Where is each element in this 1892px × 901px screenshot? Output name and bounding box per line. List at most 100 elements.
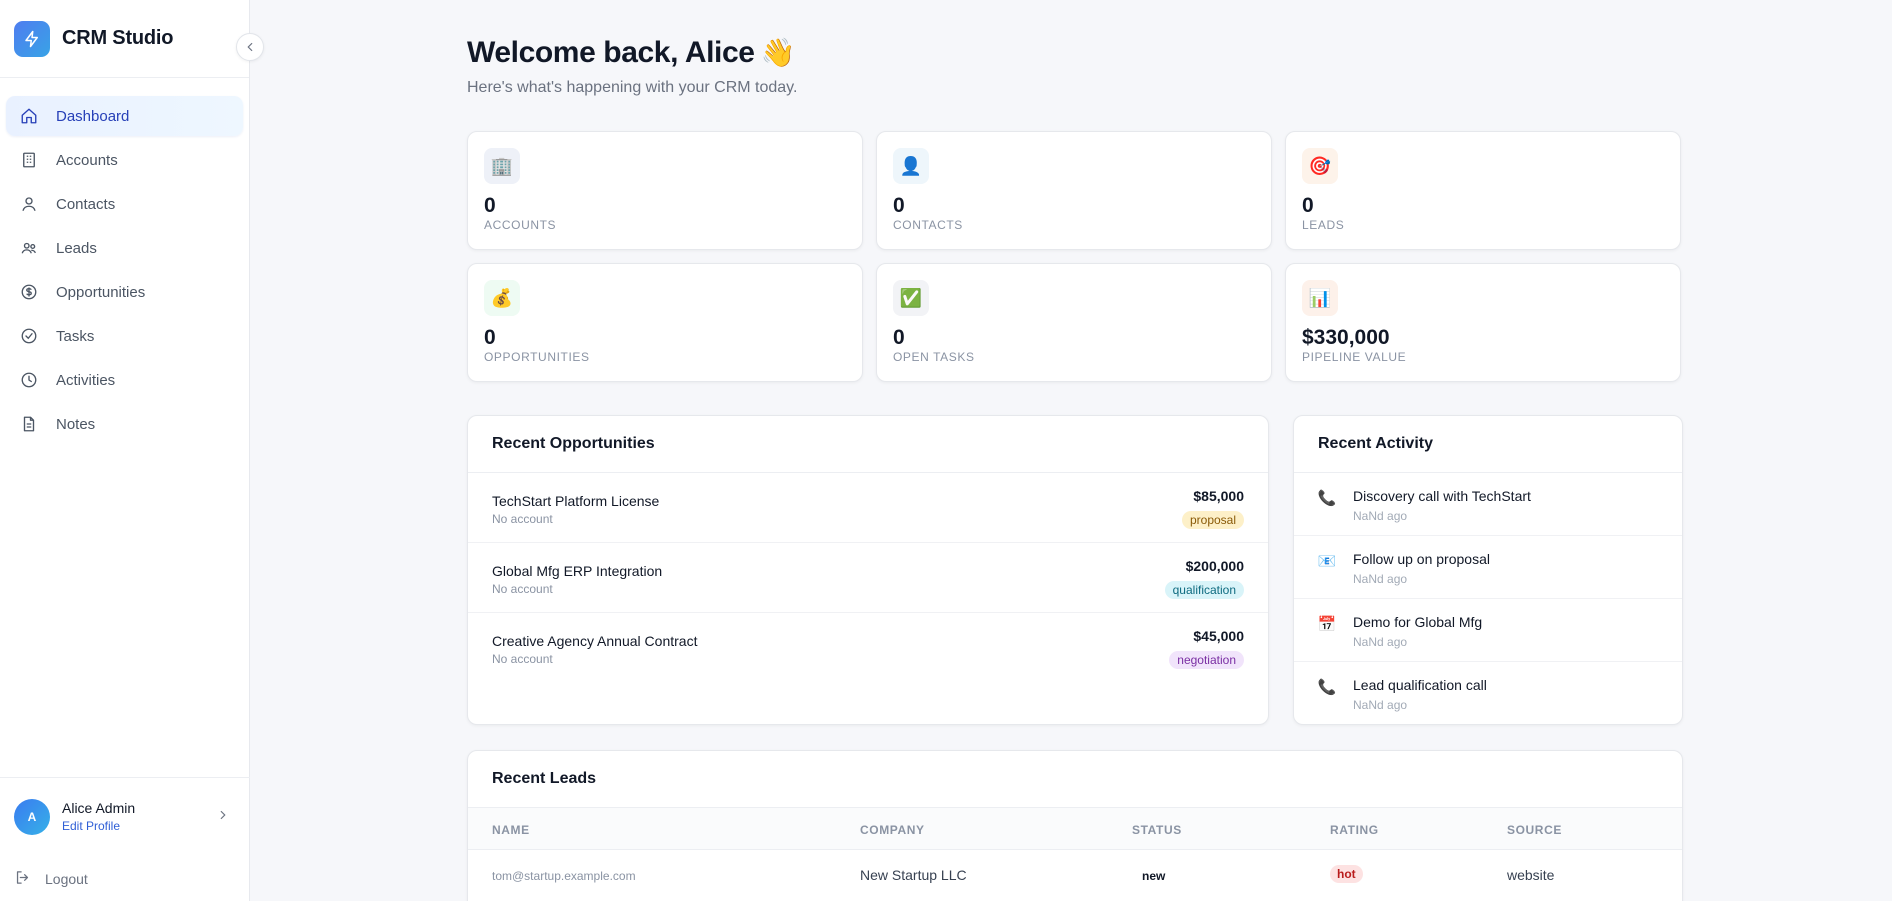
panel-title: Recent Opportunities xyxy=(468,416,1268,473)
opportunity-account: No account xyxy=(492,512,553,526)
sidebar-item-label: Activities xyxy=(56,371,116,389)
activity-time: NaNd ago xyxy=(1353,698,1408,712)
dollar-icon xyxy=(19,282,39,302)
stat-label: OPPORTUNITIES xyxy=(484,350,590,364)
opportunity-name: Global Mfg ERP Integration xyxy=(492,563,663,579)
stage-badge: negotiation xyxy=(1169,651,1244,669)
activity-row[interactable]: 📅 Demo for Global Mfg NaNd ago xyxy=(1294,599,1682,662)
home-icon xyxy=(19,106,39,126)
check-circle-icon xyxy=(19,326,39,346)
stat-card-leads[interactable]: 🎯 0 LEADS xyxy=(1285,131,1681,250)
logout-button[interactable]: Logout xyxy=(14,869,88,889)
activity-time: NaNd ago xyxy=(1353,509,1408,523)
lightning-icon[interactable] xyxy=(14,20,50,57)
user-icon xyxy=(19,194,39,214)
stat-value: $330,000 xyxy=(1302,326,1390,349)
file-icon xyxy=(19,414,39,434)
clock-icon xyxy=(19,370,39,390)
panel-title: Recent Activity xyxy=(1294,416,1682,473)
sidebar-item-label: Opportunities xyxy=(56,283,146,301)
phone-icon: 📞 xyxy=(1317,679,1337,696)
lead-name: tom@startup.example.com xyxy=(492,869,636,883)
table-header: NAME COMPANY STATUS RATING SOURCE xyxy=(468,808,1682,850)
opportunity-row[interactable]: Creative Agency Annual Contract No accou… xyxy=(468,613,1268,683)
stage-badge: qualification xyxy=(1164,581,1244,599)
sidebar-item-leads[interactable]: Leads xyxy=(6,228,243,268)
opportunity-account: No account xyxy=(492,652,553,666)
activity-time: NaNd ago xyxy=(1353,635,1408,649)
lead-company: New Startup LLC xyxy=(860,867,967,883)
rating-badge: hot xyxy=(1330,865,1363,883)
activity-row[interactable]: 📞 Discovery call with TechStart NaNd ago xyxy=(1294,473,1682,536)
stat-value: 0 xyxy=(484,194,496,217)
column-header-source[interactable]: SOURCE xyxy=(1507,823,1562,837)
stat-card-open-tasks[interactable]: ✅ 0 OPEN TASKS xyxy=(876,263,1272,382)
page-subtitle: Here's what's happening with your CRM to… xyxy=(467,79,798,96)
phone-icon: 📞 xyxy=(1317,490,1337,507)
user-profile[interactable]: A Alice Admin Edit Profile xyxy=(0,777,250,855)
opportunity-amount: $200,000 xyxy=(1185,558,1244,574)
column-header-company[interactable]: COMPANY xyxy=(860,823,925,837)
target-icon: 🎯 xyxy=(1302,148,1338,184)
page-title: Welcome back, Alice 👋 xyxy=(467,36,795,70)
building-icon: 🏢 xyxy=(484,148,520,184)
sidebar-item-notes[interactable]: Notes xyxy=(6,404,243,444)
sidebar-nav: Dashboard Accounts Contacts Leads Opport… xyxy=(0,78,249,444)
welcome-text: Welcome back, Alice xyxy=(467,36,755,69)
opportunity-name: Creative Agency Annual Contract xyxy=(492,633,698,649)
sidebar-item-opportunities[interactable]: Opportunities xyxy=(6,272,243,312)
recent-activity-panel: Recent Activity 📞 Discovery call with Te… xyxy=(1293,415,1683,725)
lead-source: website xyxy=(1507,867,1555,883)
sidebar-item-contacts[interactable]: Contacts xyxy=(6,184,243,224)
activity-row[interactable]: 📧 Follow up on proposal NaNd ago xyxy=(1294,536,1682,599)
opportunity-row[interactable]: Global Mfg ERP Integration No account $2… xyxy=(468,543,1268,613)
app-name: CRM Studio xyxy=(62,27,174,49)
opportunity-name: TechStart Platform License xyxy=(492,493,660,509)
sidebar-item-activities[interactable]: Activities xyxy=(6,360,243,400)
column-header-name[interactable]: NAME xyxy=(492,823,530,837)
opportunity-row[interactable]: TechStart Platform License No account $8… xyxy=(468,473,1268,543)
activity-title: Lead qualification call xyxy=(1353,677,1487,693)
sidebar-item-dashboard[interactable]: Dashboard xyxy=(6,96,243,136)
email-icon: 📧 xyxy=(1317,553,1337,570)
opportunity-amount: $45,000 xyxy=(1193,628,1244,644)
stat-card-opportunities[interactable]: 💰 0 OPPORTUNITIES xyxy=(467,263,863,382)
chevron-left-icon xyxy=(247,42,253,52)
user-text: Alice Admin Edit Profile xyxy=(62,800,135,833)
column-header-status[interactable]: STATUS xyxy=(1132,823,1182,837)
column-header-rating[interactable]: RATING xyxy=(1330,823,1379,837)
lead-status: new xyxy=(1142,869,1166,883)
brand: CRM Studio xyxy=(0,0,249,78)
collapse-sidebar-button[interactable] xyxy=(236,33,264,61)
stat-label: OPEN TASKS xyxy=(893,350,975,364)
building-icon xyxy=(19,150,39,170)
stat-label: PIPELINE VALUE xyxy=(1302,350,1407,364)
users-icon xyxy=(19,238,39,258)
opportunity-account: No account xyxy=(492,582,553,596)
table-row[interactable]: tom@startup.example.com New Startup LLC … xyxy=(468,850,1682,900)
sidebar-item-label: Notes xyxy=(56,415,96,433)
sidebar-item-accounts[interactable]: Accounts xyxy=(6,140,243,180)
recent-opportunities-panel: Recent Opportunities TechStart Platform … xyxy=(467,415,1269,725)
chevron-right-icon[interactable] xyxy=(216,808,230,827)
user-icon: 👤 xyxy=(893,148,929,184)
stat-card-pipeline-value[interactable]: 📊 $330,000 PIPELINE VALUE xyxy=(1285,263,1681,382)
activity-row[interactable]: 📞 Lead qualification call NaNd ago xyxy=(1294,662,1682,724)
stat-card-contacts[interactable]: 👤 0 CONTACTS xyxy=(876,131,1272,250)
activity-title: Discovery call with TechStart xyxy=(1353,488,1531,504)
stat-card-accounts[interactable]: 🏢 0 ACCOUNTS xyxy=(467,131,863,250)
sidebar-item-label: Leads xyxy=(56,239,97,257)
stat-label: CONTACTS xyxy=(893,218,963,232)
money-bag-icon: 💰 xyxy=(484,280,520,316)
calendar-icon: 📅 xyxy=(1317,616,1337,633)
sidebar-item-label: Dashboard xyxy=(56,107,130,125)
sidebar-item-tasks[interactable]: Tasks xyxy=(6,316,243,356)
stat-label: ACCOUNTS xyxy=(484,218,557,232)
sidebar: CRM Studio Dashboard Accounts Contacts L… xyxy=(0,0,264,901)
recent-leads-panel: Recent Leads NAME COMPANY STATUS RATING … xyxy=(467,750,1683,901)
stage-badge: proposal xyxy=(1181,511,1244,529)
edit-profile-link[interactable]: Edit Profile xyxy=(62,819,135,833)
activity-title: Demo for Global Mfg xyxy=(1353,614,1483,630)
stat-value: 0 xyxy=(1302,194,1314,217)
stat-value: 0 xyxy=(893,326,905,349)
